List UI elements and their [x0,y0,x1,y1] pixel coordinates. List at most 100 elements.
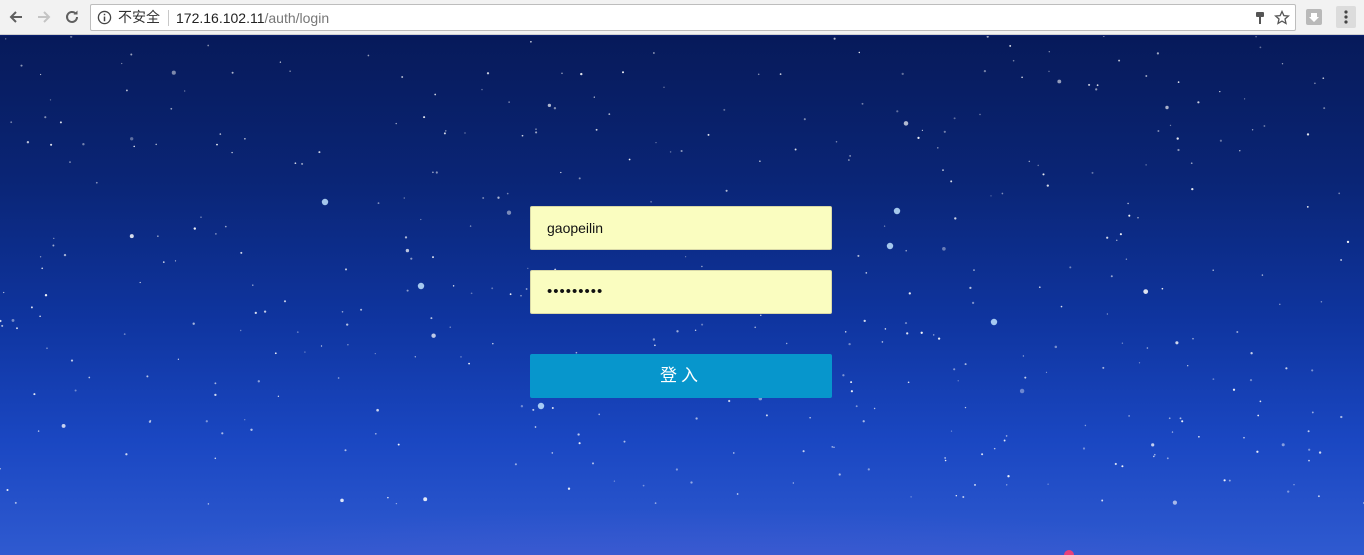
star-dot [1346,240,1350,244]
kebab-menu-icon[interactable] [1336,6,1356,28]
star-dot [1255,36,1257,38]
star-dot [1165,105,1169,110]
star-dot [905,249,908,252]
star-dot [162,261,165,263]
star-dot [464,132,466,134]
address-bar[interactable]: 不安全 172.16.102.11/auth/login [90,4,1296,31]
star-icon[interactable] [1274,10,1290,26]
star-dot [1069,266,1072,269]
star-dot [274,352,277,355]
star-dot [123,333,126,335]
star-dot [63,253,67,257]
info-icon[interactable] [97,10,112,25]
star-dot [1314,82,1316,85]
star-dot [971,301,975,305]
star-dot [973,269,975,271]
star-dot [215,233,217,235]
url-text[interactable]: 172.16.102.11/auth/login [176,10,329,26]
star-dot [1096,84,1099,87]
star-dot [1166,457,1169,460]
star-dot [133,145,135,148]
star-dot [690,481,693,484]
star-dot [613,480,616,482]
star-dot [1257,414,1260,417]
star-dot [1095,88,1098,91]
star-dot [865,272,868,274]
star-dot [207,44,210,47]
password-input[interactable]: ••••••••• [530,270,832,314]
star-dot [1308,459,1310,462]
star-dot [1293,484,1295,486]
star-dot [263,310,267,313]
star-dot [1263,125,1266,127]
star-dot [974,483,976,486]
star-dot [663,86,665,88]
star-dot [192,322,195,325]
star-dot [904,322,908,325]
back-button[interactable] [5,6,27,28]
star-dot [622,71,624,74]
star-dot [61,423,66,428]
star-dot [432,256,434,259]
star-dot [1012,59,1015,62]
star-dot [252,284,254,286]
star-dot [125,453,128,456]
star-dot [1256,450,1259,453]
star-dot [1181,420,1184,423]
star-dot [434,93,437,96]
star-dot [37,430,40,432]
username-input[interactable] [530,206,832,250]
star-dot [53,237,55,239]
star-dot [1307,430,1310,433]
star-dot [850,381,853,384]
star-dot [623,440,626,443]
star-dot [567,487,571,490]
star-dot [423,116,426,119]
star-dot [857,254,860,257]
arrow-left-icon [9,11,22,23]
extension-icon[interactable] [1306,9,1322,25]
login-button[interactable]: 登入 [530,354,832,398]
star-dot [1306,133,1310,136]
star-dot [1192,337,1194,340]
star-dot [1106,236,1109,239]
login-page: ••••••••• 登入 [0,36,1364,555]
star-dot [11,318,15,322]
star-dot [578,177,581,180]
star-dot [16,327,18,330]
star-dot [470,292,473,295]
star-dot [497,196,500,199]
key-icon[interactable] [1253,11,1267,25]
star-dot [908,292,911,295]
star-dot [279,61,282,63]
star-dot [986,36,989,38]
security-label[interactable]: 不安全 [118,10,160,26]
decorative-pink-dot [1064,550,1074,555]
star-dot [1024,376,1027,379]
forward-button[interactable] [33,6,55,28]
star-dot [838,473,841,476]
star-dot [1243,436,1245,439]
star-dot [943,130,946,133]
star-dot [1128,214,1131,217]
star-dot [1116,239,1118,241]
star-dot [1125,258,1128,260]
star-dot [207,503,210,505]
star-dot [1338,192,1341,195]
star-dot [598,413,601,416]
star-dot [174,260,177,262]
star-dot [521,134,524,137]
star-dot [1340,415,1343,419]
star-dot [130,137,134,141]
star-dot [410,257,413,260]
star-dot [833,37,836,40]
star-dot [1177,148,1180,152]
star-dot [1279,303,1281,306]
star-dot [802,450,805,453]
star-dot [881,341,884,343]
star-dot [46,347,48,350]
star-dot [14,501,17,504]
url-host: 172.16.102.11 [176,10,265,26]
star-dot [1106,313,1109,315]
reload-button[interactable] [61,6,83,28]
